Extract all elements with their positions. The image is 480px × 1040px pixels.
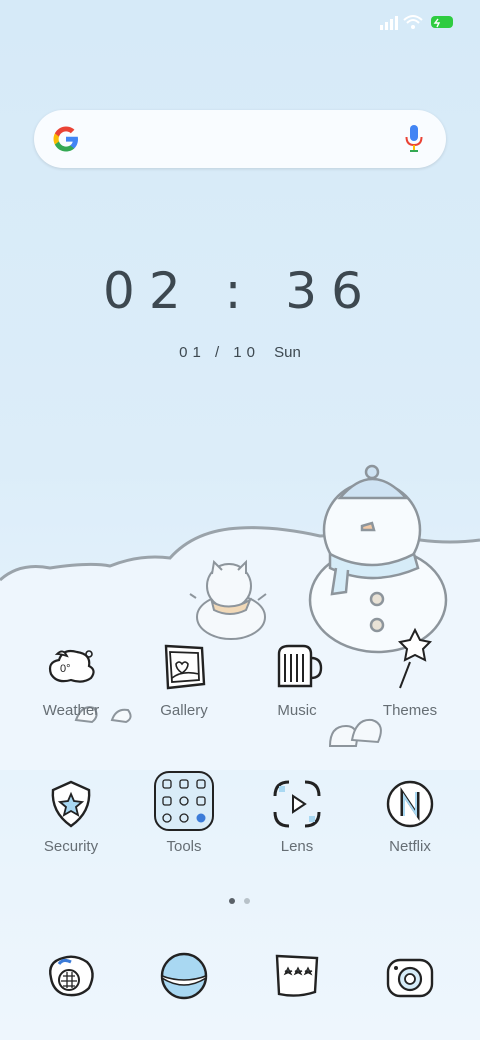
gallery-icon (164, 644, 206, 690)
app-label: Lens (280, 838, 314, 855)
dock-phone[interactable] (16, 948, 126, 1004)
search-bar[interactable] (34, 110, 446, 168)
app-label: Security (43, 838, 99, 855)
app-weather[interactable]: 0° Weather (16, 640, 126, 719)
tools-icon (154, 771, 214, 831)
app-label: Weather (42, 702, 100, 719)
app-themes[interactable]: Themes (355, 640, 465, 719)
app-tools-folder[interactable]: Tools (129, 770, 239, 855)
clock-date[interactable]: 01 / 10 Sun (0, 344, 480, 361)
app-security[interactable]: Security (16, 776, 126, 855)
clock-time[interactable]: 02 : 36 (0, 262, 480, 320)
signal-icon (380, 16, 398, 30)
security-icon (51, 780, 91, 828)
messages-icon (275, 954, 319, 997)
app-gallery[interactable]: Gallery (129, 640, 239, 719)
svg-text:0°: 0° (60, 663, 71, 675)
wallpaper-snow-scene (0, 464, 480, 770)
page-dot[interactable] (244, 898, 250, 904)
app-label: Tools (166, 838, 202, 855)
wifi-icon (403, 15, 423, 29)
app-netflix[interactable]: Netflix (355, 776, 465, 855)
camera-icon (386, 958, 434, 998)
date-day-month: 01 / 10 (179, 344, 260, 361)
phone-icon (49, 955, 94, 997)
app-label: Gallery (160, 702, 208, 719)
google-g-icon[interactable] (50, 123, 82, 155)
dock-browser[interactable] (129, 948, 239, 1004)
battery-icon (431, 16, 453, 28)
app-label: Themes (382, 702, 438, 719)
weather-icon: 0° (48, 649, 95, 683)
page-indicator[interactable] (227, 898, 257, 906)
dock-camera[interactable] (355, 948, 465, 1004)
mic-icon[interactable] (404, 124, 424, 154)
lens-icon (273, 780, 321, 828)
page-dot-active[interactable] (229, 898, 235, 904)
browser-icon (160, 952, 208, 1000)
status-bar (380, 15, 453, 30)
dock-messages[interactable] (242, 948, 352, 1004)
netflix-icon (386, 780, 434, 828)
themes-icon (382, 640, 438, 696)
date-weekday: Sun (274, 344, 301, 361)
app-label: Music (277, 702, 317, 719)
music-icon (277, 644, 323, 688)
app-lens[interactable]: Lens (242, 776, 352, 855)
app-label: Netflix (389, 838, 431, 855)
app-music[interactable]: Music (242, 640, 352, 719)
